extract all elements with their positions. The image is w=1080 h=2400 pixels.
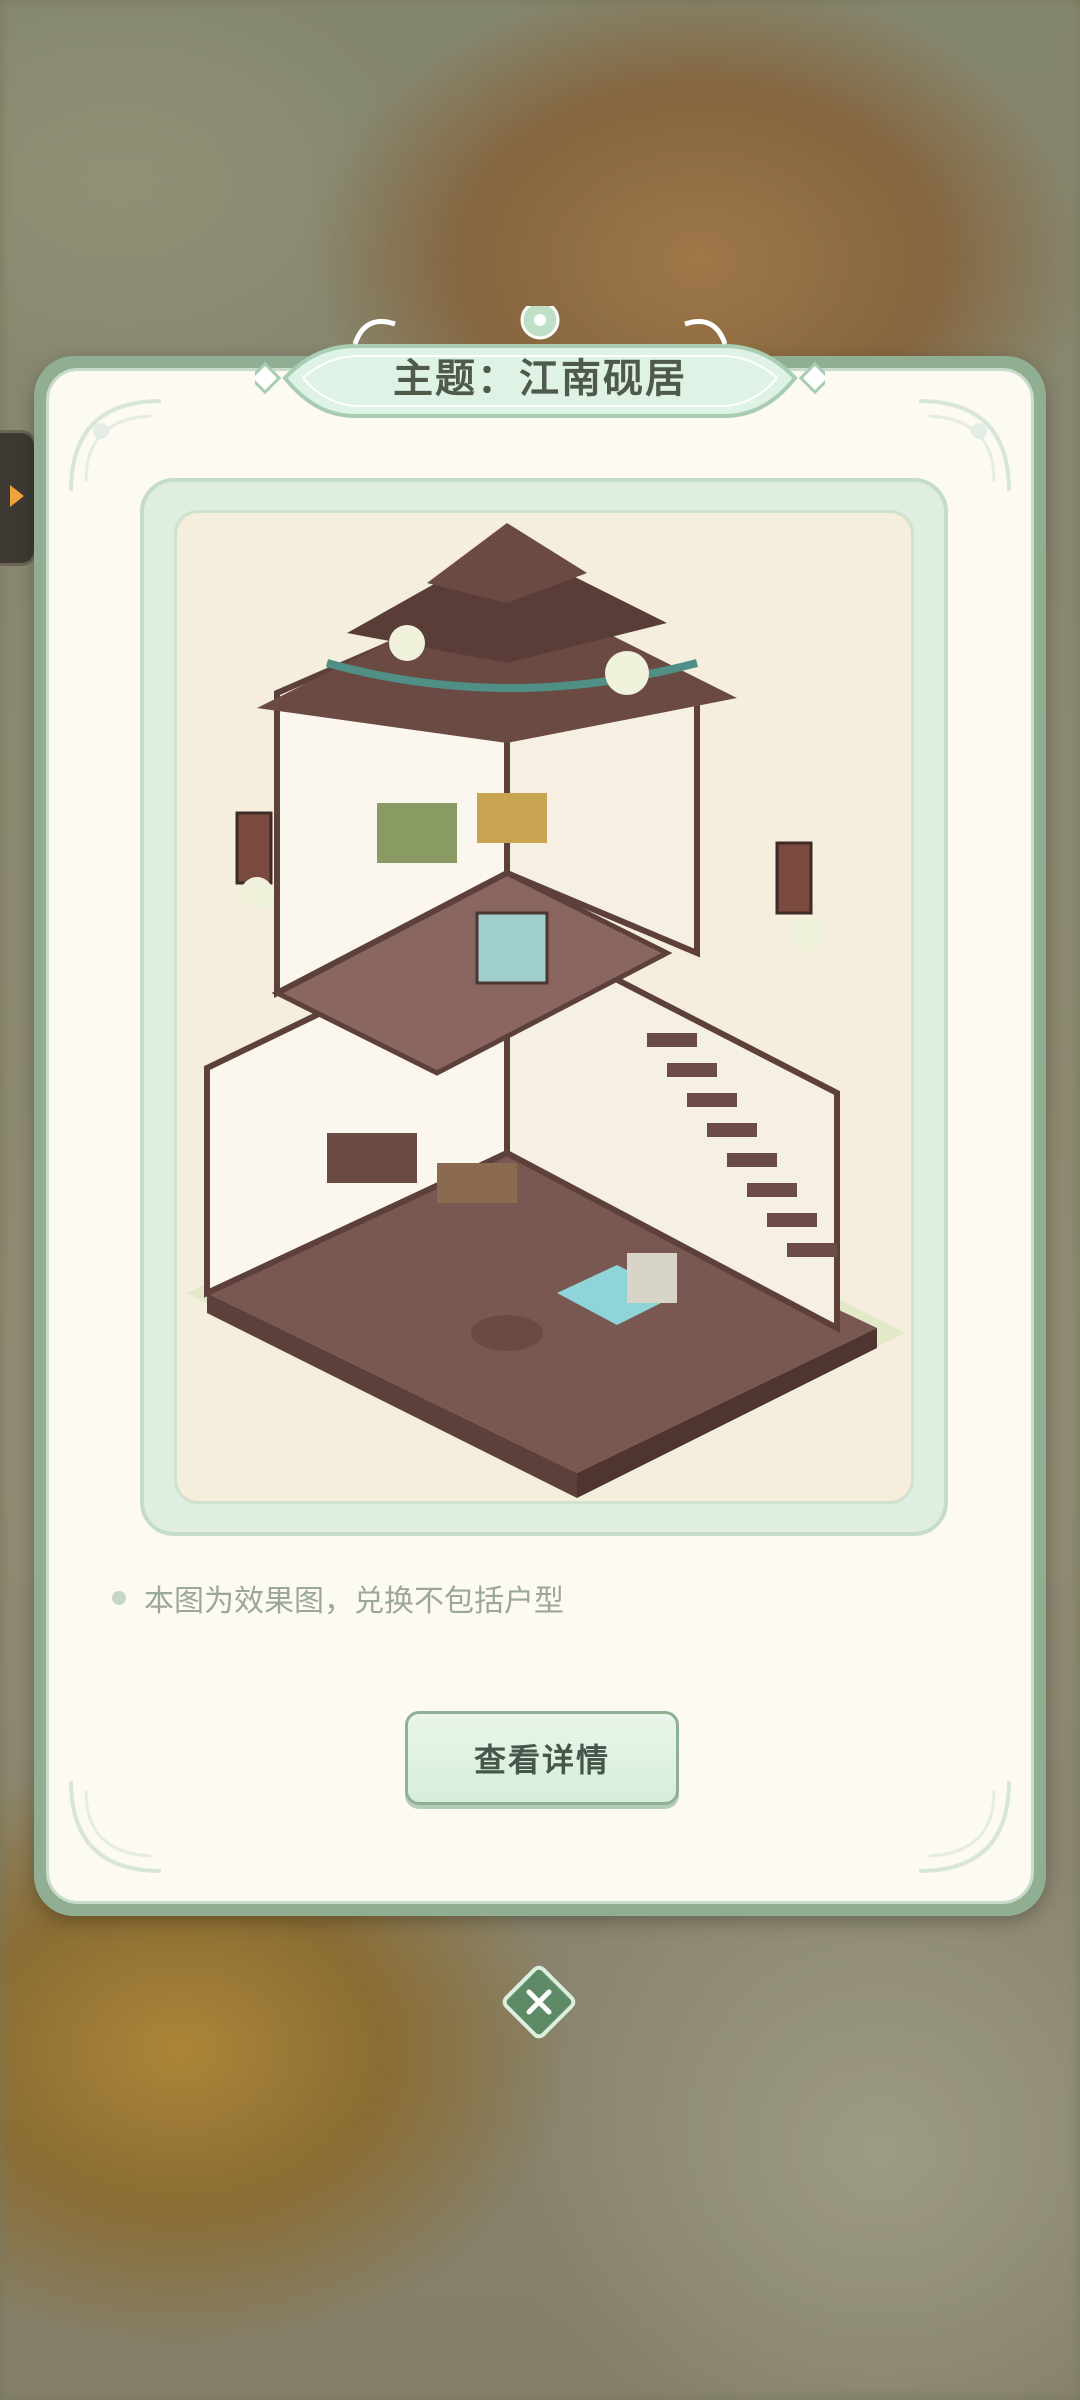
title-banner: 主题：江南砚居 (248, 300, 832, 426)
close-button[interactable] (499, 1962, 579, 2042)
theme-title: 主题：江南砚居 (393, 356, 687, 402)
bullet-dot-icon (112, 1591, 126, 1605)
vine-corner-ornament (69, 1780, 162, 1873)
close-icon (502, 1965, 576, 2039)
view-details-button[interactable]: 查看详情 (405, 1711, 679, 1805)
preview-image-area (174, 510, 914, 1504)
chevron-right-icon (10, 485, 24, 507)
house-preview-image (187, 523, 905, 1498)
disclaimer-note: 本图为效果图，兑换不包括户型 (112, 1576, 564, 1620)
side-expand-tab[interactable] (0, 430, 37, 566)
preview-frame (140, 478, 948, 1536)
disclaimer-text: 本图为效果图，兑换不包括户型 (144, 1584, 564, 1619)
vine-corner-ornament (918, 1780, 1011, 1873)
